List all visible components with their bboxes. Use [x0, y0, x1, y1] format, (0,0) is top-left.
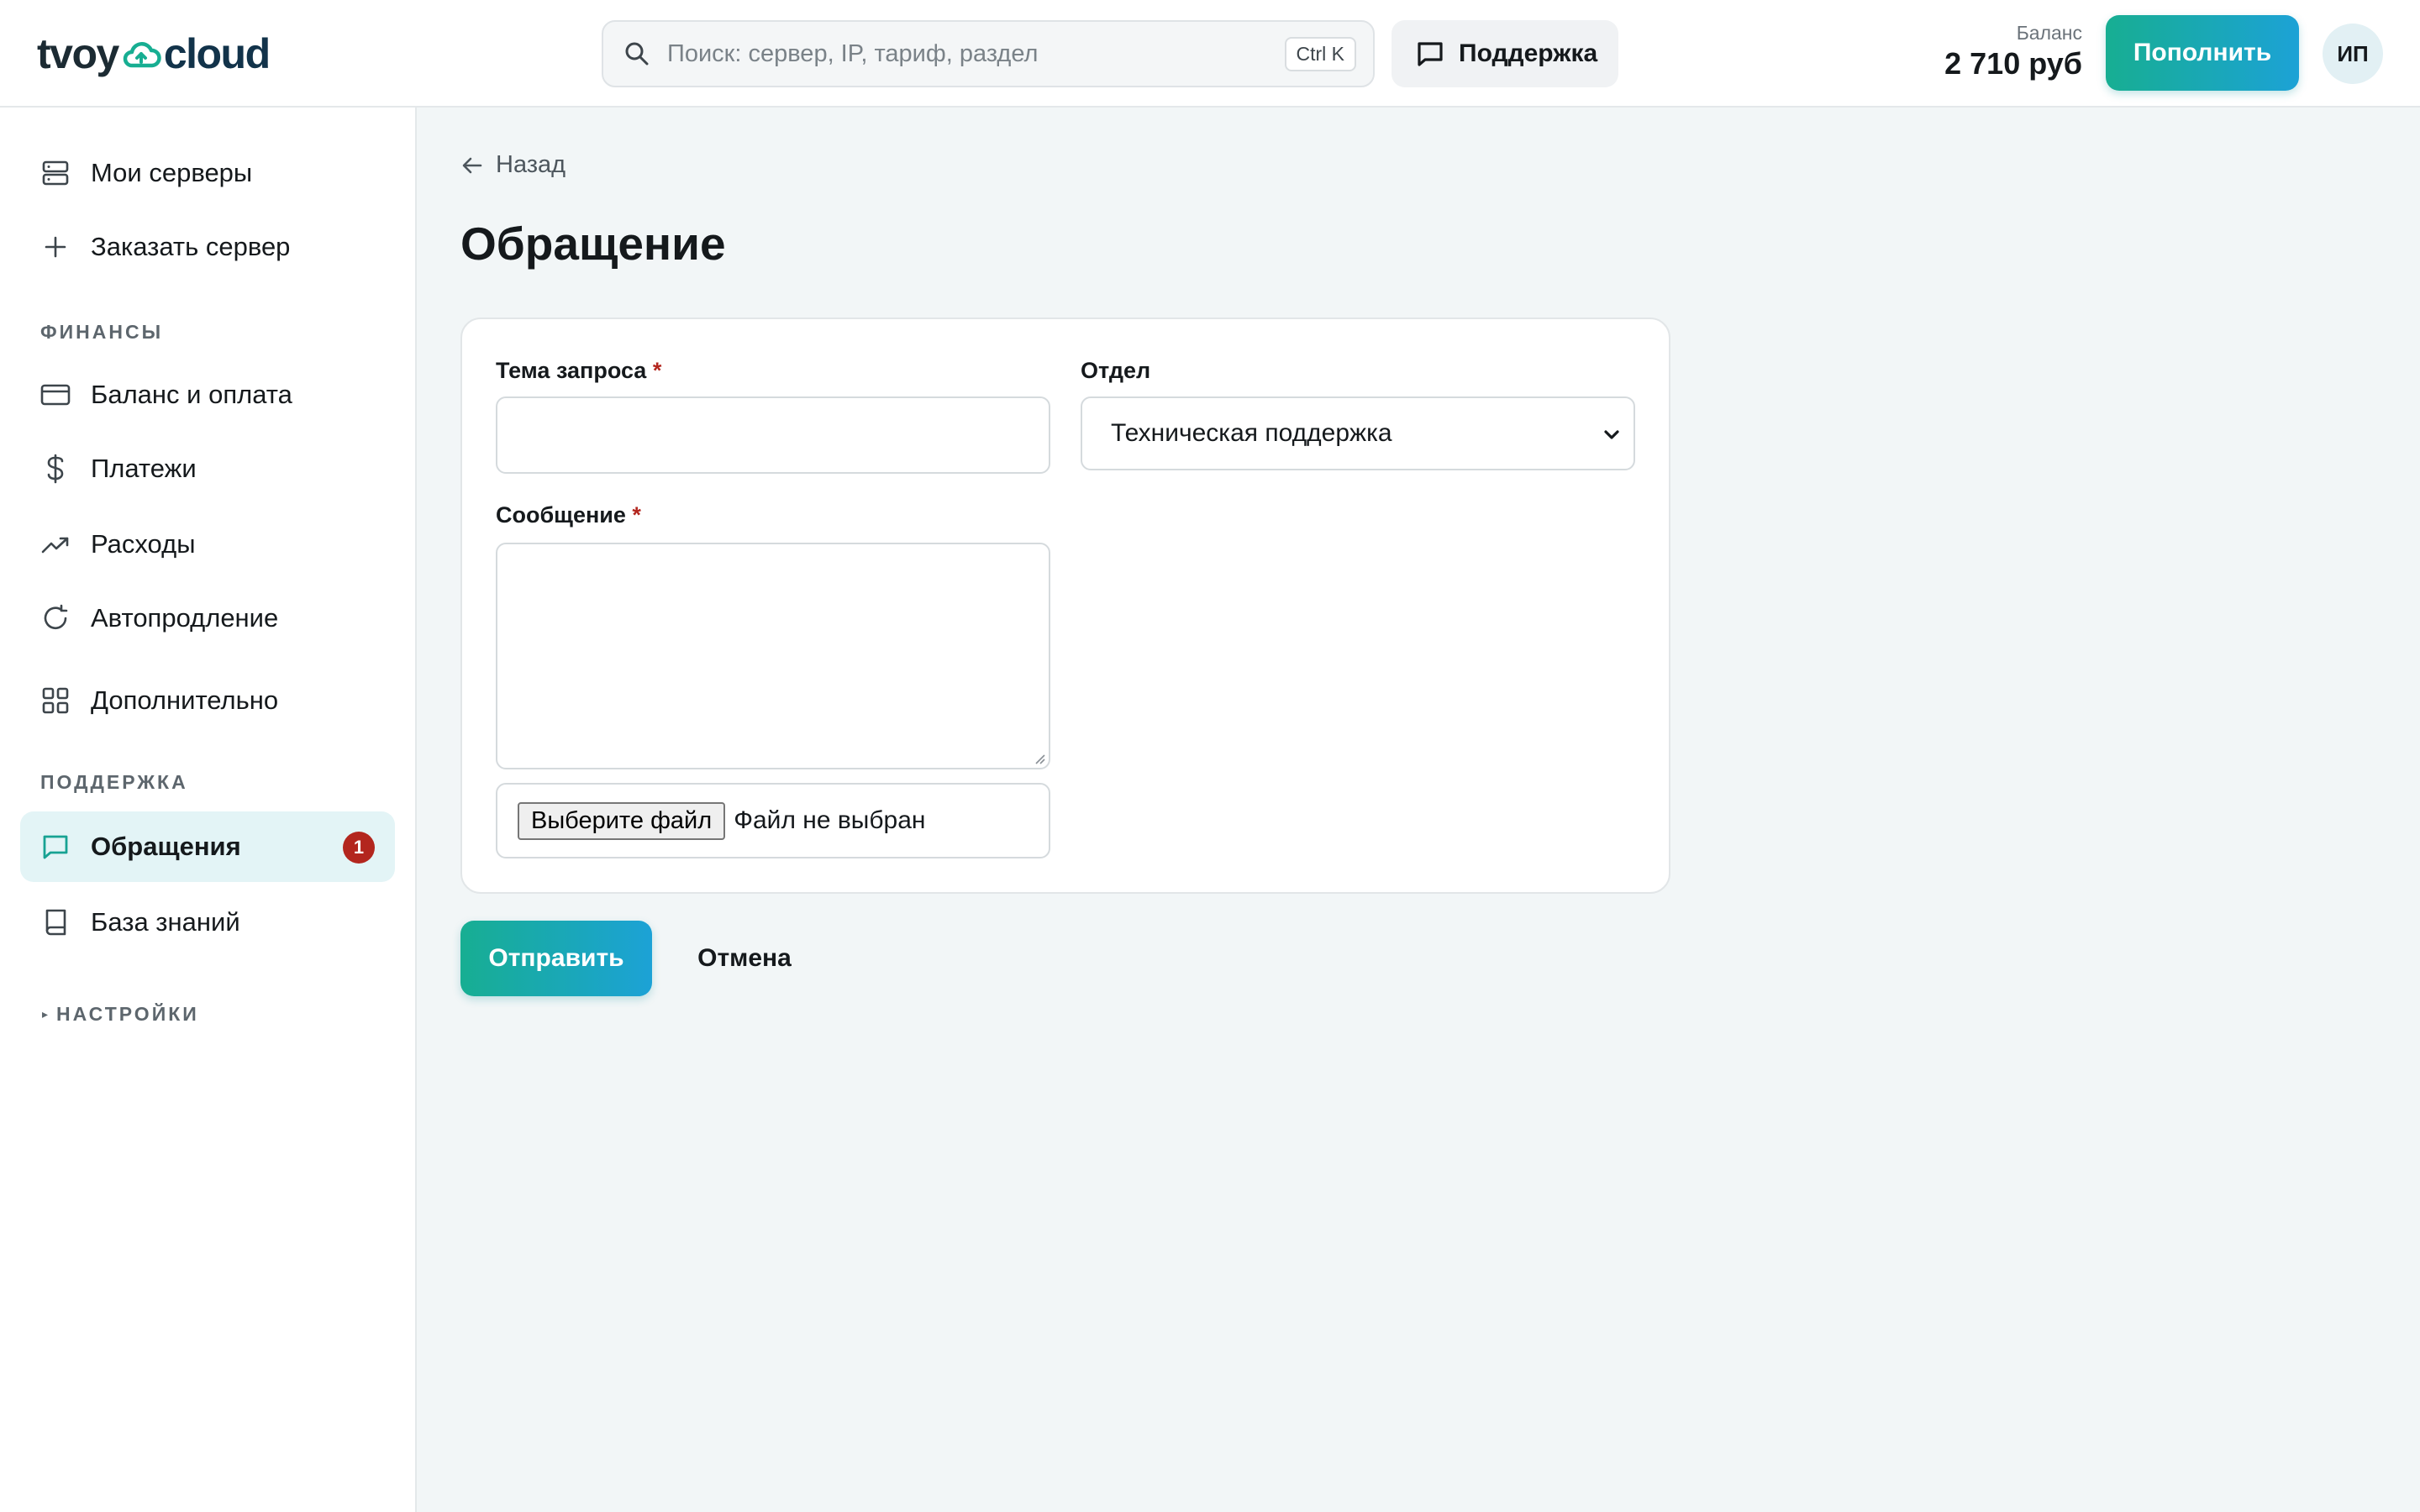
sidebar-item-label: Автопродление: [91, 603, 279, 633]
message-label-text: Сообщение: [496, 502, 626, 528]
logo-text-part2: cloud: [163, 30, 271, 77]
choose-file-button[interactable]: Выберите файл: [518, 801, 726, 840]
sidebar-item-expenses[interactable]: Расходы: [20, 509, 395, 580]
sidebar: Мои серверы Заказать сервер ФИНАНСЫ Бала…: [0, 108, 417, 1512]
required-mark: *: [652, 358, 662, 383]
department-selected-value: Техническая поддержка: [1111, 419, 1392, 447]
sidebar-item-label: Обращения: [91, 832, 241, 861]
chat-icon: [40, 832, 71, 862]
sidebar-item-autorenew[interactable]: Автопродление: [20, 583, 395, 654]
sidebar-item-label: Дополнительно: [91, 685, 279, 715]
search-input[interactable]: Поиск: сервер, IP, тариф, раздел: [667, 40, 1285, 68]
sidebar-item-label: База знаний: [91, 907, 240, 937]
balance-value: 2 710 руб: [1944, 46, 2082, 81]
settings-collapsible[interactable]: ▸ НАСТРОЙКИ: [42, 1003, 199, 1026]
sidebar-item-label: Платежи: [91, 454, 197, 483]
file-status-text: Файл не выбран: [734, 806, 926, 834]
sidebar-item-additional[interactable]: Дополнительно: [20, 665, 395, 736]
required-mark: *: [632, 502, 641, 528]
file-upload-field: Выберите файл Файл не выбран: [496, 783, 1050, 858]
arrow-left-icon: [462, 157, 482, 173]
back-link[interactable]: Назад: [460, 151, 566, 179]
ticket-form-card: Тема запроса * Отдел Техническая поддерж…: [460, 318, 1670, 894]
sidebar-item-balance[interactable]: Баланс и оплата: [20, 360, 395, 430]
expand-arrow-icon: ▸: [42, 1007, 49, 1021]
cancel-button[interactable]: Отмена: [669, 921, 820, 996]
subject-label-text: Тема запроса: [496, 358, 647, 383]
avatar[interactable]: ИП: [2323, 24, 2383, 84]
sidebar-item-label: Расходы: [91, 529, 196, 559]
subject-input[interactable]: [496, 396, 1050, 474]
chat-icon: [1418, 42, 1443, 66]
card-icon: [40, 380, 71, 410]
balance-widget: Баланс 2 710 руб: [1944, 22, 2082, 81]
page-title: Обращение: [460, 218, 726, 270]
submit-button[interactable]: Отправить: [460, 921, 652, 996]
message-label: Сообщение *: [496, 502, 641, 528]
book-icon: [40, 907, 71, 937]
section-label-support: ПОДДЕРЖКА: [40, 771, 188, 793]
sidebar-item-knowledge-base[interactable]: База знаний: [20, 887, 395, 958]
plus-icon: [40, 232, 71, 262]
search-bar[interactable]: Поиск: сервер, IP, тариф, раздел Ctrl K: [602, 20, 1375, 87]
logo-text-part1: tvoy: [37, 30, 119, 77]
trend-up-icon: [40, 529, 71, 559]
logo[interactable]: tvoy cloud: [37, 30, 271, 77]
balance-caption: Баланс: [2016, 22, 2082, 44]
department-select[interactable]: Техническая поддержка: [1081, 396, 1635, 470]
message-textarea[interactable]: [496, 543, 1050, 769]
sidebar-item-label: Заказать сервер: [91, 232, 291, 261]
sidebar-item-payments[interactable]: Платежи: [20, 433, 395, 504]
section-label-settings: НАСТРОЙКИ: [56, 1003, 199, 1025]
section-label-finance: ФИНАНСЫ: [40, 321, 164, 343]
chevron-down-icon: [1604, 430, 1619, 439]
notification-badge: 1: [343, 832, 375, 864]
sidebar-item-label: Мои серверы: [91, 158, 253, 187]
cloud-icon: [123, 42, 161, 68]
search-shortcut-hint: Ctrl K: [1284, 36, 1356, 71]
dollar-icon: [40, 454, 71, 484]
sidebar-item-label: Баланс и оплата: [91, 380, 292, 409]
grid-icon: [40, 685, 71, 716]
topup-button[interactable]: Пополнить: [2106, 15, 2299, 91]
sidebar-item-tickets[interactable]: Обращения 1: [20, 811, 395, 882]
department-label: Отдел: [1081, 358, 1151, 383]
subject-label: Тема запроса *: [496, 358, 661, 384]
support-button[interactable]: Поддержка: [1392, 20, 1618, 87]
refresh-icon: [40, 603, 71, 633]
support-button-label: Поддержка: [1459, 39, 1598, 67]
sidebar-item-my-servers[interactable]: Мои серверы: [20, 138, 395, 208]
back-link-label: Назад: [496, 151, 566, 178]
resize-handle-icon[interactable]: [1032, 751, 1045, 764]
search-icon: [625, 42, 649, 66]
top-header: tvoy cloud Поиск: сервер, IP, тариф, раз…: [0, 0, 2420, 108]
server-icon: [40, 158, 71, 188]
sidebar-item-order-server[interactable]: Заказать сервер: [20, 212, 395, 282]
